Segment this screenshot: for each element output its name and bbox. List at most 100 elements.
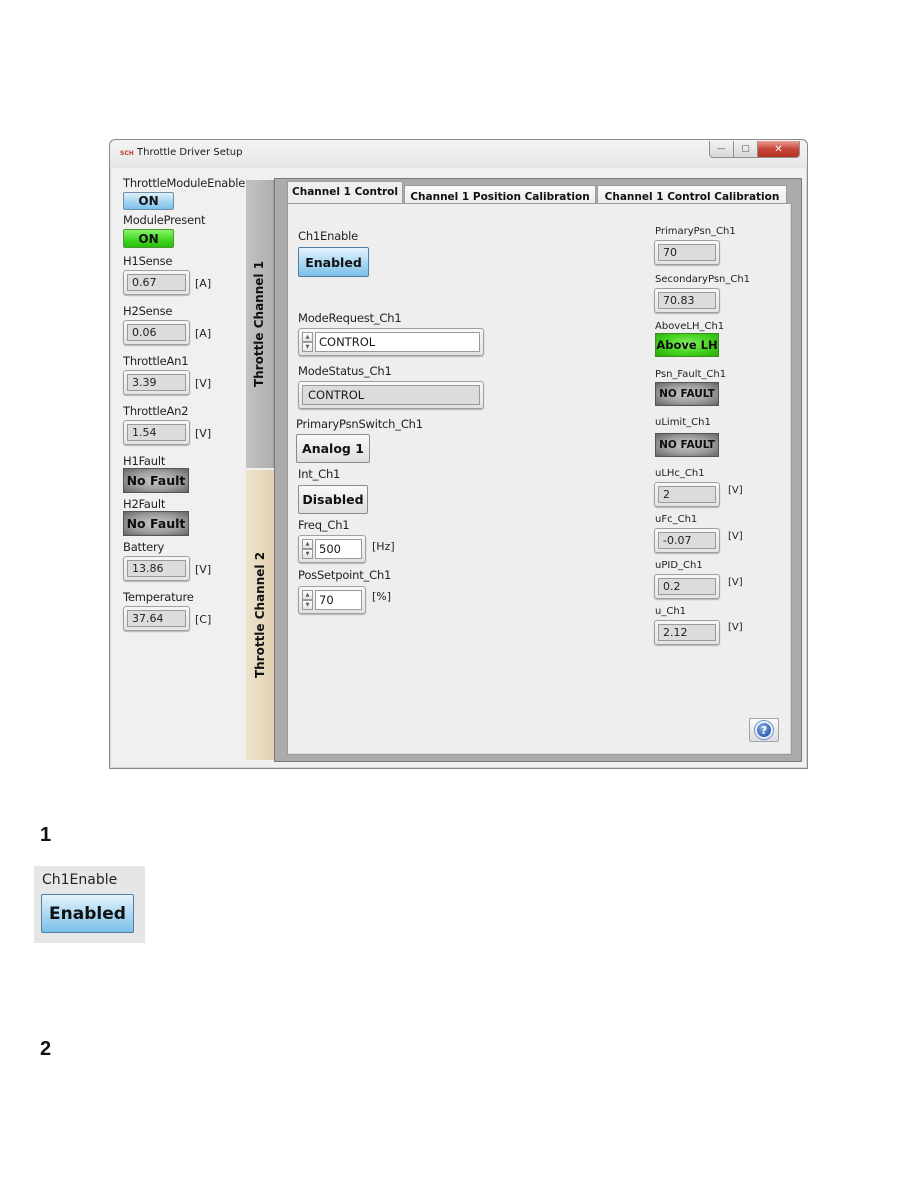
primary-psn-switch-label: PrimaryPsnSwitch_Ch1 bbox=[296, 417, 423, 431]
h1sense-label: H1Sense bbox=[123, 254, 173, 268]
ulhc-indicator: 2 bbox=[654, 482, 720, 507]
h2sense-value: 0.06 bbox=[127, 324, 186, 341]
temperature-unit: [C] bbox=[195, 613, 212, 626]
ufc-indicator: -0.07 bbox=[654, 528, 720, 553]
ulimit-label: uLimit_Ch1 bbox=[655, 417, 711, 428]
freq-label: Freq_Ch1 bbox=[298, 518, 350, 532]
help-icon: ? bbox=[755, 721, 773, 739]
h1sense-indicator: 0.67 bbox=[123, 270, 190, 295]
window-controls: — ▢ ✕ bbox=[709, 141, 800, 158]
ufc-value: -0.07 bbox=[658, 532, 716, 549]
u-value: 2.12 bbox=[658, 624, 716, 641]
primary-psn-indicator: 70 bbox=[654, 240, 720, 265]
throttlean1-label: ThrottleAn1 bbox=[123, 354, 189, 368]
tab-throttle-channel-1[interactable]: Throttle Channel 1 bbox=[246, 180, 274, 468]
client-area: ThrottleModuleEnable ON ModulePresent ON… bbox=[116, 168, 802, 768]
mode-request-value[interactable]: CONTROL bbox=[315, 332, 480, 352]
h2sense-unit: [A] bbox=[195, 327, 212, 340]
minimize-icon: — bbox=[717, 144, 726, 154]
freq-unit: [Hz] bbox=[372, 540, 395, 553]
throttle-module-enable-label: ThrottleModuleEnable bbox=[123, 176, 246, 190]
mode-status-value: CONTROL bbox=[302, 385, 480, 405]
module-present-indicator: ON bbox=[123, 229, 174, 248]
throttle-driver-setup-window: SCH Throttle Driver Setup — ▢ ✕ Throttle… bbox=[109, 139, 808, 769]
maximize-button[interactable]: ▢ bbox=[734, 141, 758, 158]
increment-arrow-icon[interactable]: ▲ bbox=[302, 539, 313, 549]
ulimit-indicator: NO FAULT bbox=[655, 433, 719, 457]
pos-setpoint-numeric-control[interactable]: ▲ ▼ 70 bbox=[298, 586, 366, 614]
psn-fault-indicator: NO FAULT bbox=[655, 382, 719, 406]
channel-1-tab-frame: Channel 1 Control Channel 1 Position Cal… bbox=[274, 178, 802, 762]
ch1enable-label: Ch1Enable bbox=[298, 229, 359, 243]
channel-1-control-page: Ch1Enable Enabled ModeRequest_Ch1 ▲ ▼ CON… bbox=[287, 203, 792, 755]
increment-arrow-icon[interactable]: ▲ bbox=[302, 590, 313, 600]
help-button[interactable]: ? bbox=[749, 718, 779, 742]
close-button[interactable]: ✕ bbox=[758, 141, 800, 158]
ulhc-label: uLHc_Ch1 bbox=[655, 468, 705, 479]
pos-setpoint-label: PosSetpoint_Ch1 bbox=[298, 568, 392, 582]
decrement-arrow-icon[interactable]: ▼ bbox=[302, 342, 313, 352]
section-number-2: 2 bbox=[40, 1038, 52, 1060]
upid-value: 0.2 bbox=[658, 578, 716, 595]
mode-request-spinner[interactable]: ▲ ▼ bbox=[302, 332, 313, 352]
throttle-module-enable-button[interactable]: ON bbox=[123, 192, 174, 210]
pos-setpoint-spinner[interactable]: ▲ ▼ bbox=[302, 590, 313, 610]
ch1enable-button[interactable]: Enabled bbox=[298, 247, 369, 277]
mode-request-label: ModeRequest_Ch1 bbox=[298, 311, 402, 325]
psn-fault-label: Psn_Fault_Ch1 bbox=[655, 369, 727, 380]
throttlean2-indicator: 1.54 bbox=[123, 420, 190, 445]
h2fault-label: H2Fault bbox=[123, 497, 166, 511]
ufc-unit: [V] bbox=[728, 531, 743, 542]
tab-throttle-channel-1-label: Throttle Channel 1 bbox=[252, 260, 267, 388]
throttlean2-label: ThrottleAn2 bbox=[123, 404, 189, 418]
minimize-button[interactable]: — bbox=[709, 141, 734, 158]
maximize-icon: ▢ bbox=[741, 144, 750, 154]
upid-indicator: 0.2 bbox=[654, 574, 720, 599]
close-icon: ✕ bbox=[774, 143, 783, 155]
secondary-psn-label: SecondaryPsn_Ch1 bbox=[655, 274, 751, 285]
primary-psn-label: PrimaryPsn_Ch1 bbox=[655, 226, 736, 237]
above-lh-label: AboveLH_Ch1 bbox=[655, 321, 725, 332]
init-button[interactable]: Disabled bbox=[298, 485, 368, 514]
primary-psn-value: 70 bbox=[658, 244, 716, 261]
inset-enabled-button: Enabled bbox=[41, 894, 134, 933]
tab-throttle-channel-2[interactable]: Throttle Channel 2 bbox=[246, 470, 274, 760]
inset-ch1enable-label: Ch1Enable bbox=[42, 872, 118, 888]
increment-arrow-icon[interactable]: ▲ bbox=[302, 332, 313, 342]
freq-numeric-control[interactable]: ▲ ▼ 500 bbox=[298, 535, 366, 563]
upid-unit: [V] bbox=[728, 577, 743, 588]
section-number-1: 1 bbox=[40, 824, 52, 846]
window-title: Throttle Driver Setup bbox=[137, 147, 243, 158]
decrement-arrow-icon[interactable]: ▼ bbox=[302, 600, 313, 610]
h2sense-label: H2Sense bbox=[123, 304, 173, 318]
secondary-psn-value: 70.83 bbox=[658, 292, 716, 309]
u-unit: [V] bbox=[728, 622, 743, 633]
app-icon: SCH bbox=[120, 150, 134, 157]
ulhc-value: 2 bbox=[658, 486, 716, 503]
title-bar: SCH Throttle Driver Setup — ▢ ✕ bbox=[110, 140, 807, 168]
throttlean1-value: 3.39 bbox=[127, 374, 186, 391]
pos-setpoint-value[interactable]: 70 bbox=[315, 590, 362, 610]
secondary-psn-indicator: 70.83 bbox=[654, 288, 720, 313]
ch1enable-inset-image: Ch1Enable Enabled bbox=[34, 866, 145, 943]
module-present-label: ModulePresent bbox=[123, 213, 206, 227]
temperature-value: 37.64 bbox=[127, 610, 186, 627]
primary-psn-switch-button[interactable]: Analog 1 bbox=[296, 434, 370, 463]
ulhc-unit: [V] bbox=[728, 485, 743, 496]
u-indicator: 2.12 bbox=[654, 620, 720, 645]
temperature-label: Temperature bbox=[123, 590, 194, 604]
decrement-arrow-icon[interactable]: ▼ bbox=[302, 549, 313, 559]
pos-setpoint-unit: [%] bbox=[372, 590, 392, 603]
mode-status-label: ModeStatus_Ch1 bbox=[298, 364, 392, 378]
h1sense-value: 0.67 bbox=[127, 274, 186, 291]
throttlean2-unit: [V] bbox=[195, 427, 212, 440]
h1sense-unit: [A] bbox=[195, 277, 212, 290]
freq-spinner[interactable]: ▲ ▼ bbox=[302, 539, 313, 559]
h2fault-indicator: No Fault bbox=[123, 511, 189, 536]
module-status-panel: ThrottleModuleEnable ON ModulePresent ON… bbox=[123, 176, 253, 638]
freq-value[interactable]: 500 bbox=[315, 539, 362, 559]
mode-request-ring[interactable]: ▲ ▼ CONTROL bbox=[298, 328, 484, 356]
h1fault-indicator: No Fault bbox=[123, 468, 189, 493]
battery-unit: [V] bbox=[195, 563, 212, 576]
battery-value: 13.86 bbox=[127, 560, 186, 577]
